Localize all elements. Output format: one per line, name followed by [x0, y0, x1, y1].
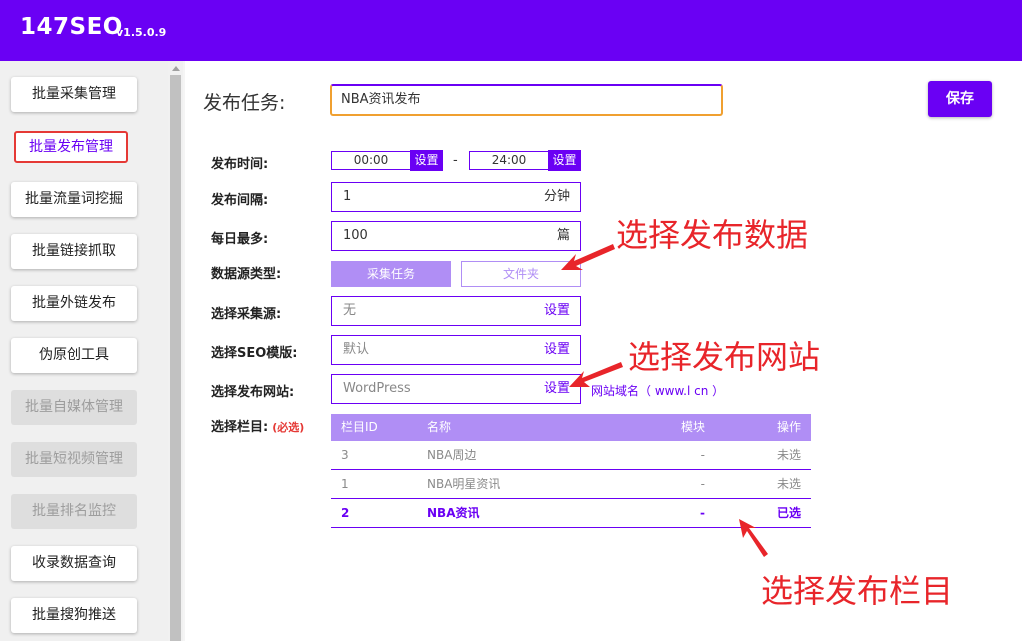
arrow-to-folder-icon [561, 244, 615, 270]
arrow-to-site-set-icon [569, 362, 623, 387]
arrow-to-selected-column-icon [739, 519, 768, 557]
annotation-arrows [561, 244, 768, 557]
